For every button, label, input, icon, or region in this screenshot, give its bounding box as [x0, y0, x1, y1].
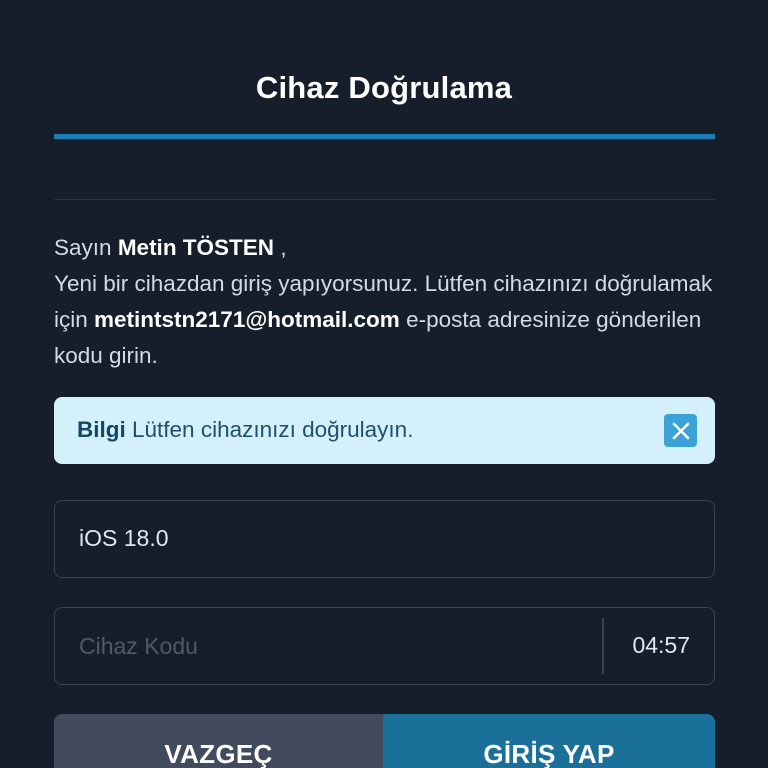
verification-message: Sayın Metin TÖSTEN , Yeni bir cihazdan g… — [54, 230, 715, 374]
alert-message: Lütfen cihazınızı doğrulayın. — [132, 417, 414, 442]
device-field-value: iOS 18.0 — [79, 525, 169, 551]
login-button[interactable]: GİRİŞ YAP — [383, 714, 715, 768]
user-email: metintstn2171@hotmail.com — [94, 307, 400, 332]
greeting-prefix: Sayın — [54, 235, 112, 260]
device-code-input[interactable] — [79, 626, 579, 666]
cancel-button[interactable]: VAZGEÇ — [54, 714, 383, 768]
device-verification-screen: Cihaz Doğrulama Sayın Metin TÖSTEN , Yen… — [0, 0, 768, 768]
timer-separator — [602, 618, 604, 674]
info-alert: Bilgi Lütfen cihazınızı doğrulayın. — [54, 397, 715, 464]
device-field[interactable]: iOS 18.0 — [54, 500, 715, 578]
title-accent-bar — [54, 134, 715, 139]
close-icon — [672, 422, 689, 439]
device-code-field: 04:57 — [54, 607, 715, 685]
user-name: Metin TÖSTEN — [117, 235, 275, 260]
countdown-timer: 04:57 — [632, 632, 690, 658]
page-title: Cihaz Doğrulama — [255, 70, 513, 105]
section-divider — [54, 199, 715, 200]
greeting-suffix: , — [274, 235, 287, 260]
alert-close-button[interactable] — [664, 414, 697, 447]
alert-label: Bilgi — [77, 417, 126, 442]
alert-text: Bilgi Lütfen cihazınızı doğrulayın. — [77, 417, 413, 443]
